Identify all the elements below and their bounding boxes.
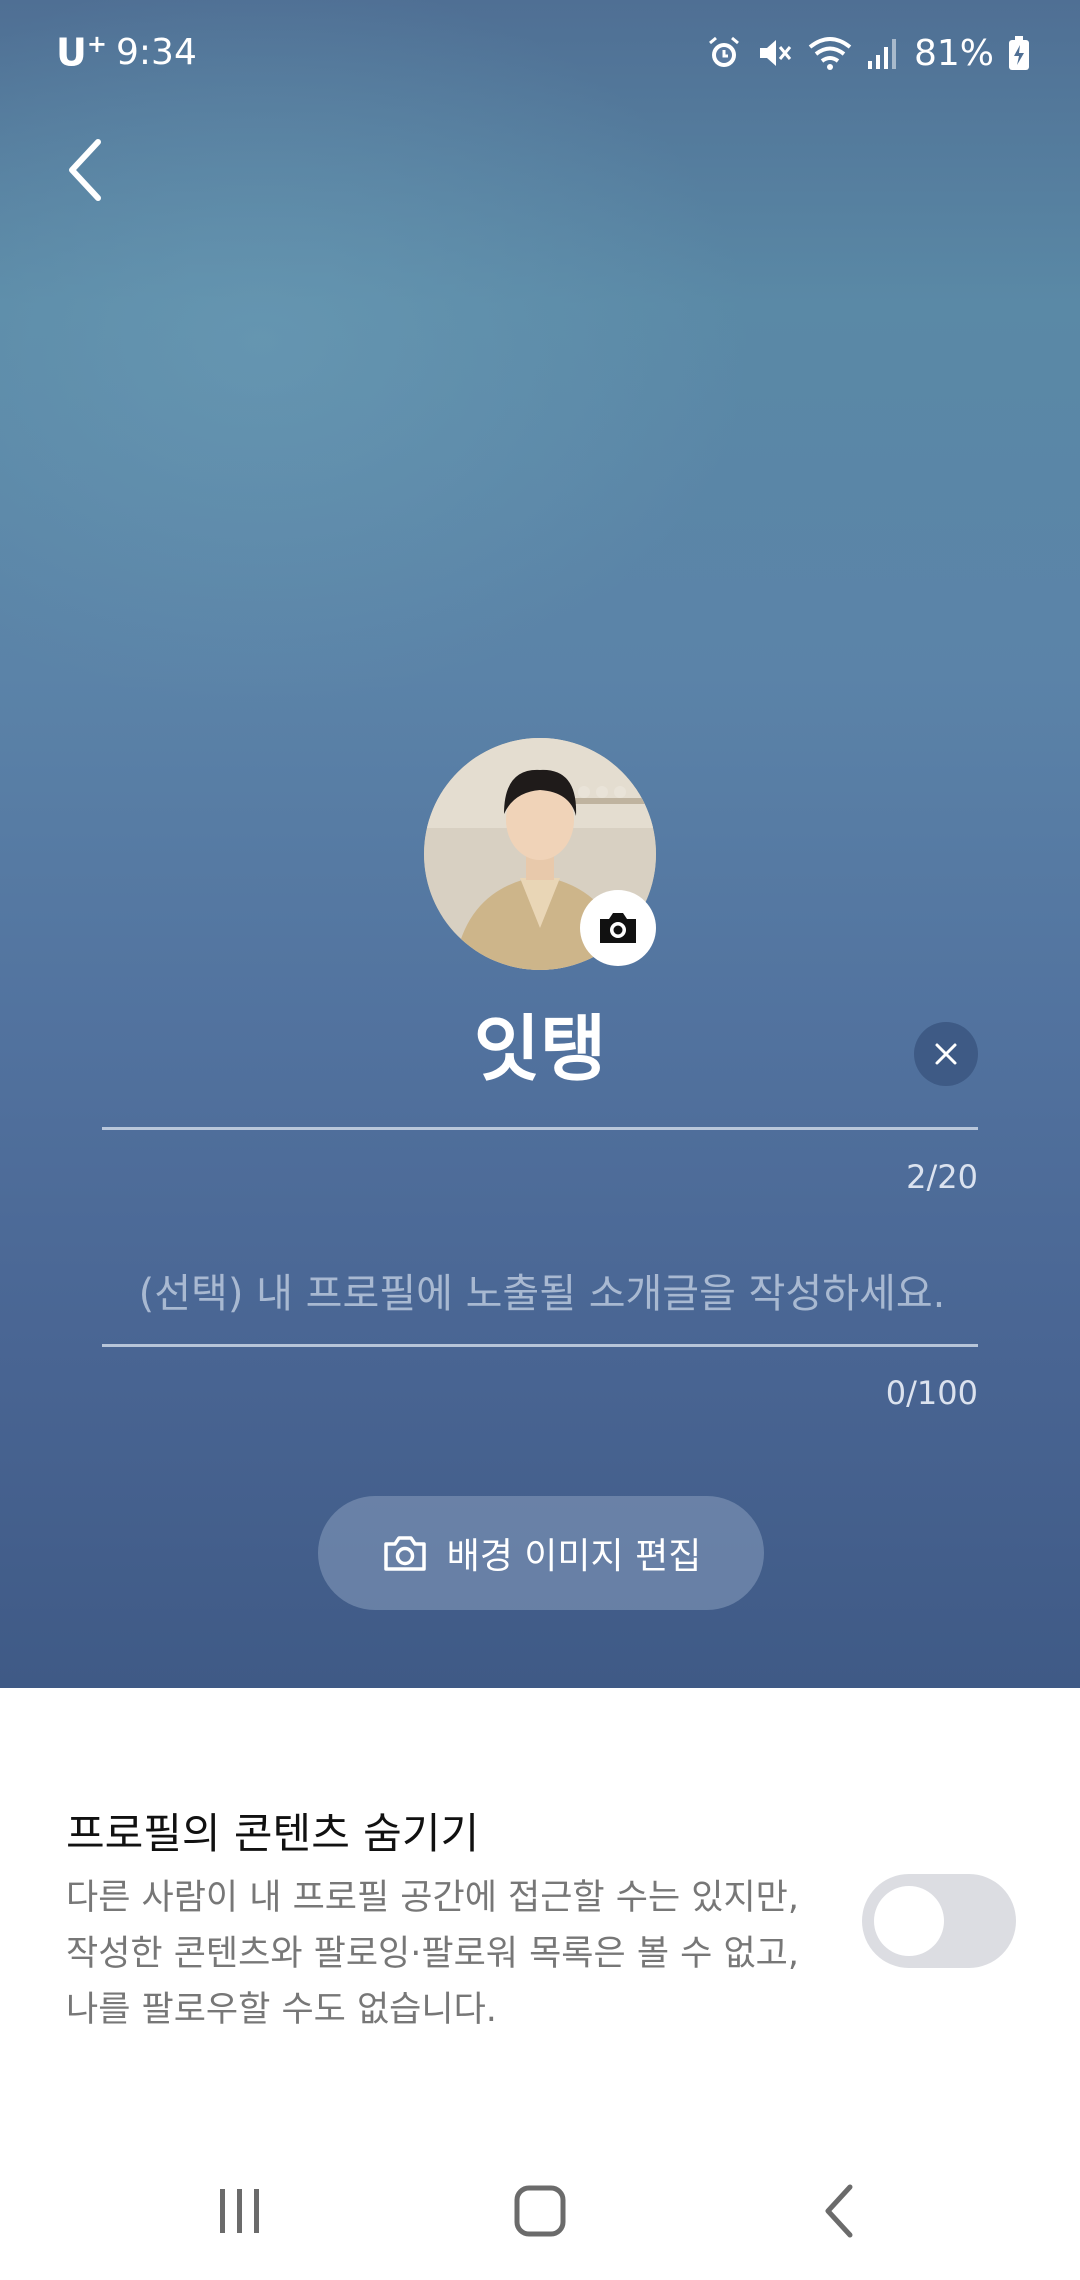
bio-input[interactable] <box>102 1258 982 1330</box>
nav-back-button[interactable] <box>792 2166 892 2256</box>
status-time: 9:34 <box>116 32 197 73</box>
alarm-icon <box>706 35 742 71</box>
profile-header-background: U+ 9:34 81% 잇탱 2/20 (선택) 내 프로필에 노출될 소개글을… <box>0 0 1080 1688</box>
bio-underline <box>102 1344 978 1347</box>
home-button[interactable] <box>490 2166 590 2256</box>
back-button[interactable] <box>56 130 136 210</box>
privacy-settings-section: 프로필의 콘텐츠 숨기기 다른 사람이 내 프로필 공간에 접근할 수는 있지만… <box>0 1688 1080 2118</box>
toggle-knob <box>874 1886 944 1956</box>
camera-icon <box>383 1536 426 1571</box>
clear-icon <box>935 1043 957 1065</box>
status-icons: 81% <box>706 30 1030 76</box>
carrier-label: U+ <box>56 30 107 75</box>
hide-content-description: 다른 사람이 내 프로필 공간에 접근할 수는 있지만, 작성한 콘텐츠와 팔로… <box>66 1878 800 2030</box>
change-photo-button[interactable] <box>580 890 656 966</box>
nickname-underline <box>102 1127 978 1130</box>
hide-content-toggle[interactable] <box>862 1874 1016 1968</box>
edit-background-label: 배경 이미지 편집 <box>446 1536 702 1577</box>
wifi-icon <box>808 35 852 71</box>
avatar-container[interactable] <box>424 738 656 970</box>
back-icon <box>69 139 101 201</box>
system-navigation-bar <box>0 2140 1080 2280</box>
edit-background-button[interactable]: 배경 이미지 편집 <box>318 1496 764 1610</box>
recents-icon <box>220 2189 259 2233</box>
clear-name-button[interactable] <box>914 1022 978 1086</box>
camera-icon <box>600 913 636 943</box>
recents-button[interactable] <box>190 2166 290 2256</box>
status-bar: U+ 9:34 81% <box>0 0 1080 110</box>
battery-icon <box>1008 35 1030 71</box>
nav-back-icon <box>825 2184 853 2238</box>
home-icon <box>514 2185 566 2237</box>
bio-counter: 0/100 <box>885 1374 978 1412</box>
nickname-counter: 2/20 <box>906 1158 978 1196</box>
battery-level: 81% <box>913 32 994 74</box>
mute-icon <box>756 35 794 71</box>
hide-content-title: 프로필의 콘텐츠 숨기기 <box>66 1809 480 1858</box>
signal-icon <box>866 35 896 71</box>
